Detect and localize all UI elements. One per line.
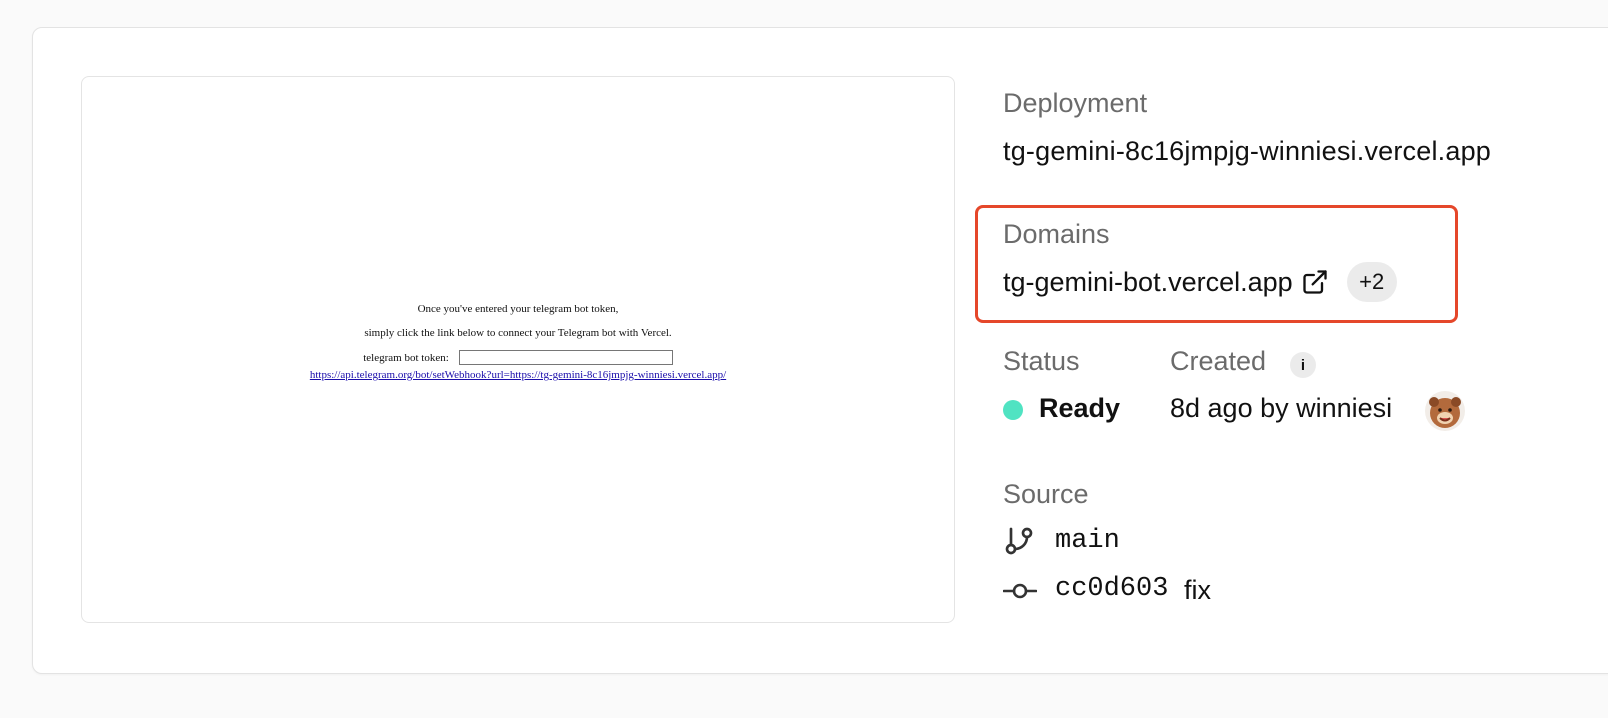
git-commit-icon	[1002, 576, 1038, 606]
domains-label: Domains	[1003, 219, 1110, 249]
git-branch-icon	[1003, 525, 1035, 557]
preview-text-line2: simply click the link below to connect y…	[364, 327, 672, 339]
branch-name[interactable]: main	[1055, 526, 1120, 556]
avatar[interactable]	[1425, 391, 1465, 431]
info-icon[interactable]: i	[1290, 352, 1316, 378]
preview-token-label: telegram bot token:	[363, 351, 449, 364]
preview-token-input[interactable]	[458, 350, 673, 365]
preview-content: Once you've entered your telegram bot to…	[82, 303, 954, 381]
external-link-icon[interactable]	[1301, 268, 1329, 296]
deployment-label: Deployment	[1003, 88, 1148, 118]
created-label: Created	[1170, 346, 1267, 376]
source-label: Source	[1003, 479, 1089, 509]
status-ready-dot	[1003, 400, 1023, 420]
preview-webhook-link[interactable]: https://api.telegram.org/bot/setWebhook?…	[310, 369, 726, 381]
deployment-preview[interactable]: Once you've entered your telegram bot to…	[81, 76, 955, 623]
created-value: 8d ago by winniesi	[1170, 393, 1393, 423]
deployment-url[interactable]: tg-gemini-8c16jmpjg-winniesi.vercel.app	[1003, 136, 1491, 167]
more-domains-badge[interactable]: +2	[1346, 262, 1397, 302]
commit-hash[interactable]: cc0d603	[1055, 574, 1168, 604]
preview-token-row: telegram bot token:	[82, 350, 954, 365]
status-label: Status	[1003, 346, 1080, 376]
preview-text-line1: Once you've entered your telegram bot to…	[417, 303, 619, 315]
domain-link[interactable]: tg-gemini-bot.vercel.app	[1003, 267, 1293, 298]
commit-message: fix	[1184, 575, 1211, 605]
domains-row: tg-gemini-bot.vercel.app +2	[1003, 262, 1397, 302]
status-value: Ready	[1039, 393, 1121, 423]
